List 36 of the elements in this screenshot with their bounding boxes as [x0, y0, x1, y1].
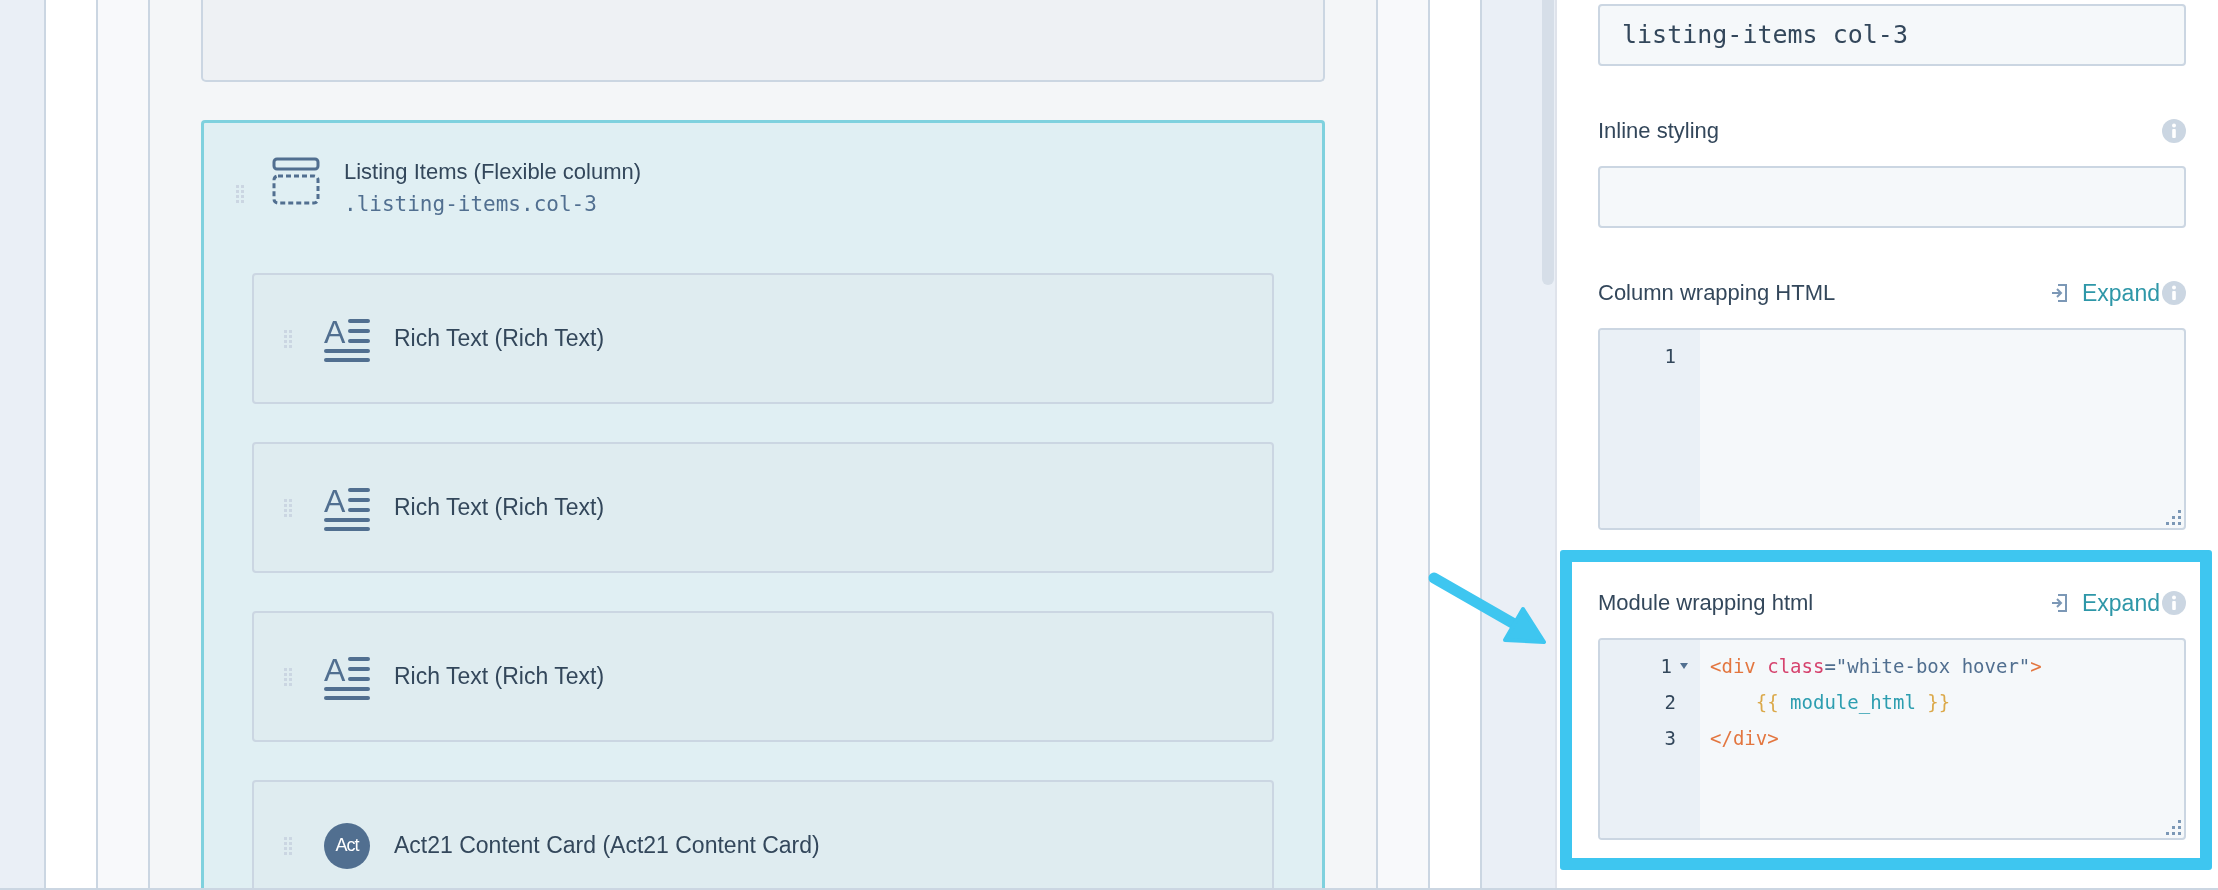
line-number: 1 — [1660, 655, 1672, 677]
drag-handle[interactable] — [236, 185, 244, 203]
line-number: 1 — [1664, 345, 1676, 367]
module-card[interactable]: Act Act21 Content Card (Act21 Content Card) — [252, 780, 1274, 888]
expand-icon — [2051, 593, 2068, 613]
field-label: Column wrapping HTML — [1598, 280, 1836, 306]
line-number: 3 — [1664, 727, 1676, 749]
info-icon[interactable] — [2162, 119, 2186, 143]
line-number: 2 — [1664, 691, 1676, 713]
module-card[interactable]: A Rich Text (Rich Text) — [252, 611, 1274, 742]
fold-toggle-icon[interactable] — [1680, 663, 1688, 669]
expand-icon — [2051, 283, 2068, 303]
section-selector: .listing-items.col-3 — [344, 191, 598, 218]
code-line: <div class="white-box hover"> — [1710, 654, 2043, 679]
module-card[interactable]: A Rich Text (Rich Text) — [252, 442, 1274, 573]
code-line: {{ module_html }} — [1754, 690, 1952, 716]
code-line: </div> — [1710, 726, 1780, 751]
code-editor[interactable]: 1 2 3 <div class="white-box hover"> {{ module_html }} </div> — [1598, 638, 2186, 840]
code-editor[interactable]: 1 — [1598, 328, 2186, 530]
module-label: Act21 Content Card (Act21 Content Card) — [394, 832, 820, 859]
field-label: Inline styling — [1598, 118, 1720, 144]
module-logo-icon: Act — [324, 822, 370, 869]
text-field[interactable] — [1598, 166, 2186, 228]
info-icon[interactable] — [2162, 591, 2186, 615]
field-label: Module wrapping html — [1598, 590, 1814, 616]
text-field[interactable]: listing-items col-3 — [1598, 4, 2186, 66]
layout-icon — [272, 157, 320, 205]
resize-handle[interactable] — [2166, 510, 2181, 525]
section-container[interactable]: Listing Items (Flexible column) .listing-items.col-3 A Rich Text (Rich Text) A Rich Text (Rich Text) A Rich Text (Rich Text) Act Act21 Content Card (Act21 Content Card) — [201, 120, 1325, 888]
module-label: Rich Text (Rich Text) — [394, 325, 605, 352]
section-title: Listing Items (Flexible column) — [344, 158, 642, 186]
resize-handle[interactable] — [2166, 820, 2181, 835]
module-card[interactable]: A Rich Text (Rich Text) — [252, 273, 1274, 404]
info-icon[interactable] — [2162, 281, 2186, 305]
module-label: Rich Text (Rich Text) — [394, 494, 605, 521]
module-label: Rich Text (Rich Text) — [394, 663, 605, 690]
